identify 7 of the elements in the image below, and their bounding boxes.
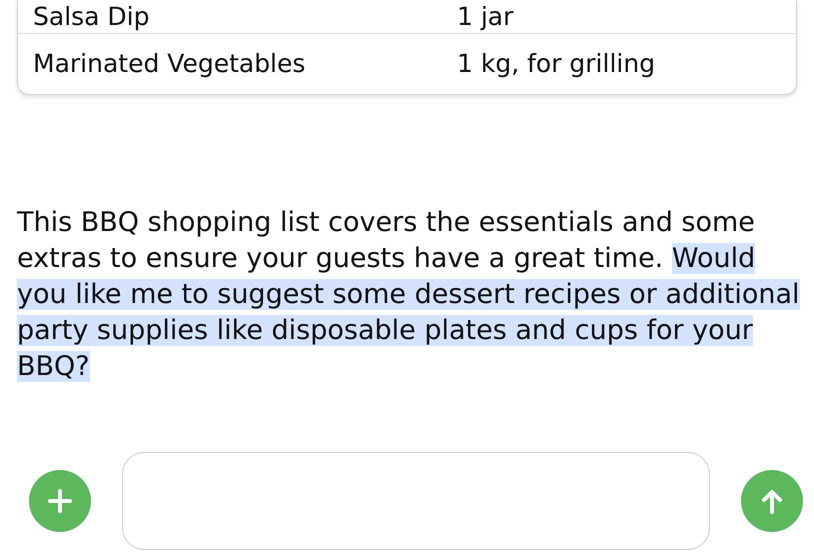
- table-cell-text: Salsa Dip: [32, 2, 150, 32]
- up-arrow-icon: [760, 487, 784, 515]
- plus-icon: [47, 488, 73, 514]
- table-cell-text: Marinated Vegetables: [32, 49, 306, 79]
- table-cell-text: 1 kg, for grilling: [457, 49, 656, 79]
- table-cell-text: 1 jar: [457, 2, 514, 32]
- message-input[interactable]: [122, 452, 710, 550]
